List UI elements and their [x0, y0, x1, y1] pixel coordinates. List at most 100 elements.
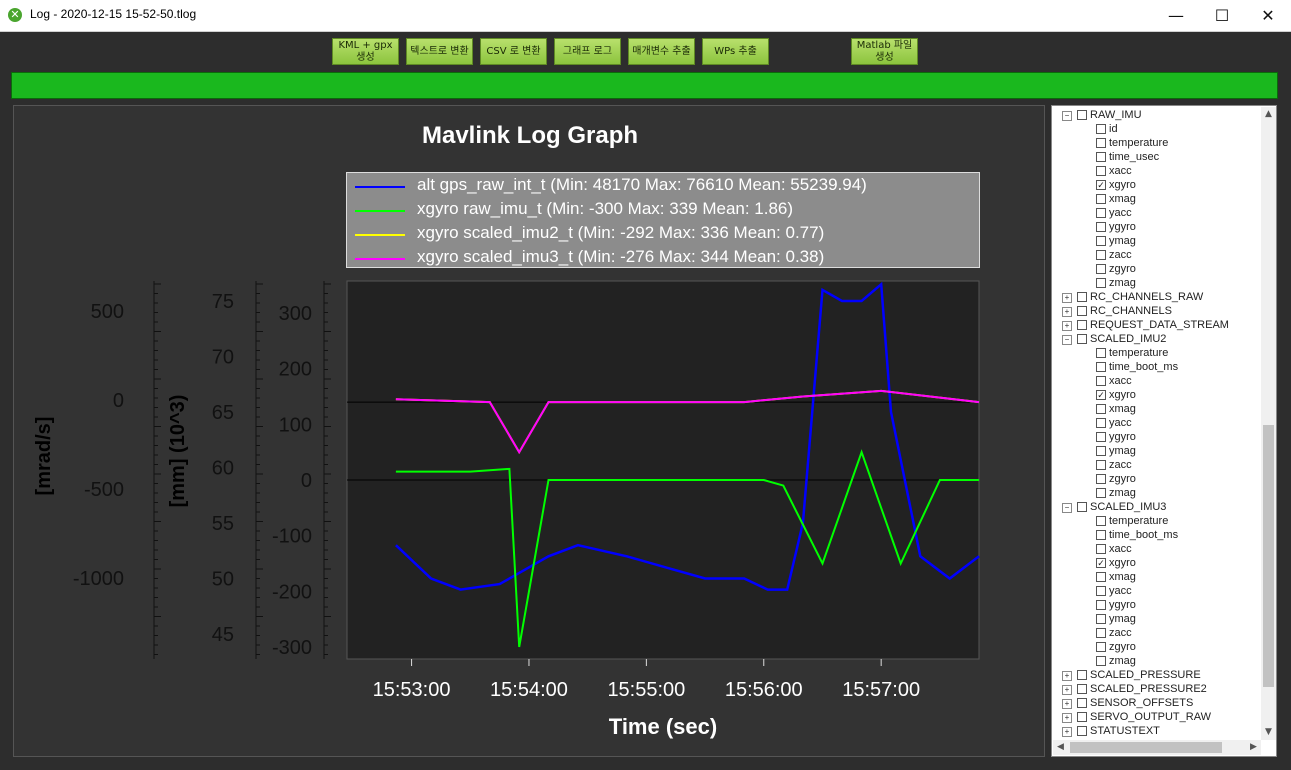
- checkbox[interactable]: [1096, 250, 1106, 260]
- checkbox[interactable]: [1096, 222, 1106, 232]
- checkbox[interactable]: [1096, 264, 1106, 274]
- y-tick-label: 45: [212, 624, 234, 646]
- tree-label: zacc: [1109, 459, 1132, 471]
- expand-icon[interactable]: +: [1062, 671, 1072, 681]
- checkbox[interactable]: [1096, 642, 1106, 652]
- tree-label: temperature: [1109, 515, 1169, 527]
- checkbox[interactable]: [1096, 446, 1106, 456]
- checkbox[interactable]: [1096, 404, 1106, 414]
- checkbox[interactable]: [1096, 362, 1106, 372]
- minimize-button[interactable]: —: [1153, 0, 1199, 31]
- expand-icon[interactable]: +: [1062, 713, 1072, 723]
- csv-button[interactable]: CSV 로 변환: [480, 38, 547, 65]
- y-tick-label: -300: [272, 637, 312, 659]
- checkbox[interactable]: [1096, 474, 1106, 484]
- checkbox[interactable]: [1077, 502, 1087, 512]
- collapse-icon[interactable]: −: [1062, 111, 1072, 121]
- expand-icon[interactable]: +: [1062, 727, 1072, 737]
- checkbox[interactable]: ✓: [1096, 558, 1106, 568]
- y-tick-label: -1000: [73, 568, 124, 590]
- checkbox[interactable]: [1077, 306, 1087, 316]
- title-bar: ✕ Log - 2020-12-15 15-52-50.tlog — ☐ ✕: [0, 0, 1291, 32]
- scroll-left-icon[interactable]: ◀: [1053, 740, 1068, 755]
- checkbox[interactable]: [1096, 656, 1106, 666]
- scroll-up-icon[interactable]: ▲: [1261, 107, 1276, 122]
- checkbox[interactable]: [1077, 670, 1087, 680]
- checkbox[interactable]: [1096, 544, 1106, 554]
- checkbox[interactable]: [1096, 460, 1106, 470]
- tree-label: zgyro: [1109, 473, 1136, 485]
- checkbox[interactable]: [1096, 138, 1106, 148]
- expand-icon[interactable]: +: [1062, 685, 1072, 695]
- y-tick-label: -100: [272, 526, 312, 548]
- tree-label: xgyro: [1109, 389, 1136, 401]
- collapse-icon[interactable]: −: [1062, 335, 1072, 345]
- window-title: Log - 2020-12-15 15-52-50.tlog: [30, 7, 197, 21]
- checkbox[interactable]: [1096, 614, 1106, 624]
- collapse-icon[interactable]: −: [1062, 503, 1072, 513]
- checkbox[interactable]: [1077, 712, 1087, 722]
- y-tick-label: 100: [279, 414, 312, 436]
- checkbox[interactable]: ✓: [1096, 180, 1106, 190]
- checkbox[interactable]: [1077, 698, 1087, 708]
- field-tree[interactable]: − RAW_IMU id temperature time_usec xacc ✓ xgyro…: [1051, 105, 1277, 757]
- y-tick-label: 500: [91, 301, 124, 323]
- x-tick-label: 15:56:00: [725, 679, 803, 701]
- tree-label: xgyro: [1109, 557, 1136, 569]
- checkbox[interactable]: [1096, 488, 1106, 498]
- tree-label: yacc: [1109, 207, 1132, 219]
- scroll-right-icon[interactable]: ▶: [1246, 740, 1261, 755]
- maximize-button[interactable]: ☐: [1199, 0, 1245, 31]
- checkbox[interactable]: [1096, 124, 1106, 134]
- expand-icon[interactable]: +: [1062, 699, 1072, 709]
- graph-log-button[interactable]: 그래프 로그: [554, 38, 621, 65]
- y-tick-label: 60: [212, 458, 234, 480]
- tree-label: yacc: [1109, 417, 1132, 429]
- checkbox[interactable]: [1096, 166, 1106, 176]
- checkbox[interactable]: [1077, 292, 1087, 302]
- graph-panel[interactable]: Mavlink Log Graph alt gps_raw_int_t (Min…: [13, 105, 1045, 757]
- checkbox[interactable]: [1096, 278, 1106, 288]
- checkbox[interactable]: [1096, 516, 1106, 526]
- checkbox[interactable]: [1096, 208, 1106, 218]
- checkbox[interactable]: [1077, 110, 1087, 120]
- checkbox[interactable]: [1077, 334, 1087, 344]
- x-tick-label: 15:55:00: [607, 679, 685, 701]
- checkbox[interactable]: [1077, 320, 1087, 330]
- checkbox[interactable]: [1096, 628, 1106, 638]
- tree-label: ygyro: [1109, 431, 1136, 443]
- checkbox[interactable]: [1096, 600, 1106, 610]
- graph-chart[interactable]: 15:53:00 15:54:00 15:55:00 15:56:00 15:57:00…: [14, 106, 1044, 756]
- expand-icon[interactable]: +: [1062, 307, 1072, 317]
- extract-params-button[interactable]: 매개변수 추출: [628, 38, 695, 65]
- checkbox[interactable]: [1096, 572, 1106, 582]
- checkbox[interactable]: [1096, 348, 1106, 358]
- checkbox[interactable]: [1096, 236, 1106, 246]
- expand-icon[interactable]: +: [1062, 321, 1072, 331]
- checkbox[interactable]: [1096, 530, 1106, 540]
- kml-gpx-button[interactable]: KML + gpx 생성: [332, 38, 399, 65]
- tree-label: SENSOR_OFFSETS: [1090, 697, 1194, 709]
- checkbox[interactable]: [1096, 152, 1106, 162]
- tree-label: RAW_IMU: [1090, 109, 1142, 121]
- scroll-down-icon[interactable]: ▼: [1261, 725, 1276, 740]
- convert-text-button[interactable]: 텍스트로 변환: [406, 38, 473, 65]
- checkbox[interactable]: [1077, 684, 1087, 694]
- checkbox[interactable]: [1096, 376, 1106, 386]
- checkbox[interactable]: [1096, 432, 1106, 442]
- scroll-thumb[interactable]: [1263, 425, 1274, 687]
- expand-icon[interactable]: +: [1062, 293, 1072, 303]
- extract-wps-button[interactable]: WPs 추출: [702, 38, 769, 65]
- tree-vertical-scrollbar[interactable]: ▲ ▼: [1261, 107, 1276, 740]
- tree-label: zmag: [1109, 277, 1136, 289]
- checkbox[interactable]: ✓: [1096, 390, 1106, 400]
- matlab-button[interactable]: Matlab 파일 생성: [851, 38, 918, 65]
- tree-label: SCALED_PRESSURE: [1090, 669, 1201, 681]
- checkbox[interactable]: [1096, 586, 1106, 596]
- close-button[interactable]: ✕: [1245, 0, 1291, 31]
- tree-horizontal-scrollbar[interactable]: ◀ ▶: [1053, 740, 1261, 755]
- checkbox[interactable]: [1096, 194, 1106, 204]
- scroll-thumb[interactable]: [1070, 742, 1222, 753]
- checkbox[interactable]: [1096, 418, 1106, 428]
- checkbox[interactable]: [1077, 726, 1087, 736]
